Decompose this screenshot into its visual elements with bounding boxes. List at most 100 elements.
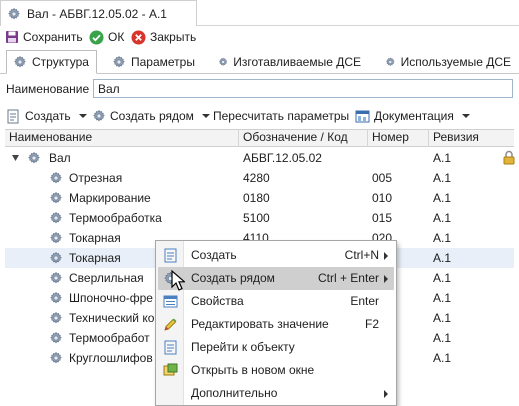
table-row[interactable]: Термообработка 5100 015 А.1 bbox=[5, 208, 514, 228]
cell-name: Токарная bbox=[69, 231, 121, 245]
cell-name: Маркирование bbox=[69, 191, 151, 205]
tab-structure[interactable]: Структура bbox=[6, 50, 97, 74]
table-row[interactable]: Отрезная 4280 005 А.1 bbox=[5, 168, 514, 188]
gear-icon bbox=[49, 231, 63, 245]
cell-number: 015 bbox=[372, 211, 393, 225]
dropdown-caret-icon bbox=[201, 114, 210, 118]
pencil-icon bbox=[164, 318, 177, 331]
table-row[interactable]: Маркирование 0180 010 А.1 bbox=[5, 188, 514, 208]
gear-icon bbox=[7, 7, 21, 21]
menu-item-additional[interactable]: Дополнительно bbox=[158, 382, 394, 405]
gear-icon bbox=[218, 55, 228, 69]
menu-item-label: Открыть в новом окне bbox=[191, 363, 315, 377]
cell-name: Шпоночно-фре bbox=[69, 291, 153, 305]
ok-button[interactable]: ОК bbox=[89, 27, 124, 47]
gear-icon bbox=[49, 291, 63, 305]
save-button[interactable]: Сохранить bbox=[5, 27, 83, 47]
cell-name: Круглошлифов bbox=[69, 351, 153, 365]
gear-icon bbox=[27, 151, 41, 165]
create-doc-icon bbox=[7, 109, 19, 123]
tab-parameters[interactable]: Параметры bbox=[106, 50, 201, 74]
cell-revision: А.1 bbox=[433, 291, 452, 305]
name-label: Наименование bbox=[6, 82, 90, 96]
submenu-arrow-icon bbox=[384, 275, 388, 283]
gear-icon bbox=[49, 271, 63, 285]
gear-icon bbox=[49, 171, 63, 185]
cell-name: Вал bbox=[49, 151, 71, 165]
menu-item-properties[interactable]: Свойства Enter bbox=[158, 290, 394, 313]
name-input[interactable] bbox=[93, 79, 513, 98]
cell-number: 005 bbox=[372, 171, 393, 185]
goto-icon bbox=[164, 340, 177, 355]
create-doc-icon bbox=[164, 248, 177, 263]
cell-code: 0180 bbox=[243, 191, 270, 205]
cell-revision: А.1 bbox=[433, 271, 452, 285]
gear-icon bbox=[49, 191, 63, 205]
save-label: Сохранить bbox=[23, 30, 83, 44]
recalc-label: Пересчитать параметры bbox=[213, 109, 350, 123]
menu-item-create[interactable]: Создать Ctrl+N bbox=[158, 244, 394, 267]
tab-label: Используемые ДСЕ bbox=[400, 55, 511, 69]
tab-label: Структура bbox=[32, 55, 89, 69]
menu-item-label: Создать рядом bbox=[191, 271, 275, 285]
table-row-root[interactable]: Вал АБВГ.12.05.02 А.1 bbox=[5, 148, 515, 168]
dropdown-caret-icon bbox=[461, 114, 470, 118]
document-tab-title: Вал - АБВГ.12.05.02 - А.1 bbox=[27, 6, 167, 21]
tab-label: Изготавливаемые ДСЕ bbox=[233, 55, 361, 69]
ok-label: ОК bbox=[108, 30, 125, 44]
create-label: Создать bbox=[25, 109, 71, 123]
tab-label: Параметры bbox=[131, 55, 195, 69]
create-nearby-label: Создать рядом bbox=[110, 109, 194, 123]
collapse-triangle-icon[interactable] bbox=[12, 155, 19, 161]
cell-revision: А.1 bbox=[433, 331, 452, 345]
tab-manufactured-parts[interactable]: Изготавливаемые ДСЕ bbox=[212, 50, 367, 74]
column-header-name[interactable]: Наименование bbox=[5, 129, 239, 147]
cell-revision: А.1 bbox=[433, 351, 452, 365]
documentation-label: Документация bbox=[374, 109, 454, 123]
documentation-button[interactable]: Документация bbox=[355, 106, 470, 126]
cell-code: 4280 bbox=[243, 171, 270, 185]
cell-revision: А.1 bbox=[433, 171, 452, 185]
lock-icon bbox=[503, 150, 515, 165]
gear-icon bbox=[49, 351, 63, 365]
cell-name: Сверлильная bbox=[69, 271, 144, 285]
menu-item-shortcut: Ctrl+N bbox=[344, 248, 379, 262]
gear-icon bbox=[49, 211, 63, 225]
gear-icon bbox=[112, 55, 126, 69]
context-menu: Создать Ctrl+N Создать рядом Ctrl + Ente… bbox=[155, 240, 397, 406]
menu-item-label: Перейти к объекту bbox=[191, 340, 295, 354]
recalc-parameters-button[interactable]: Пересчитать параметры bbox=[213, 106, 349, 126]
menu-item-open-new-window[interactable]: Открыть в новом окне bbox=[158, 359, 394, 382]
cell-revision: А.1 bbox=[433, 211, 452, 225]
column-header-revision[interactable]: Ревизия bbox=[429, 129, 514, 147]
dropdown-caret-icon bbox=[78, 114, 87, 118]
cell-name: Технический ко bbox=[69, 311, 155, 325]
check-icon bbox=[89, 30, 104, 44]
column-header-number[interactable]: Номер bbox=[368, 129, 429, 147]
create-button[interactable]: Создать bbox=[6, 106, 87, 126]
menu-item-edit-value[interactable]: Редактировать значение F2 bbox=[158, 313, 394, 336]
menu-item-shortcut: F2 bbox=[364, 317, 379, 331]
menu-item-label: Свойства bbox=[191, 294, 244, 308]
menu-item-goto-object[interactable]: Перейти к объекту bbox=[158, 336, 394, 359]
cell-number: 010 bbox=[372, 191, 393, 205]
gear-icon bbox=[49, 331, 63, 345]
cell-revision: А.1 bbox=[433, 151, 452, 165]
menu-item-shortcut: Enter bbox=[350, 294, 379, 308]
close-icon bbox=[131, 30, 146, 44]
create-nearby-button[interactable]: Создать рядом bbox=[92, 106, 210, 126]
column-header-code[interactable]: Обозначение / Код bbox=[239, 129, 368, 147]
submenu-arrow-icon bbox=[384, 252, 388, 260]
close-button[interactable]: Закрыть bbox=[131, 27, 196, 47]
cell-revision: А.1 bbox=[433, 231, 452, 245]
gear-icon bbox=[13, 55, 27, 69]
properties-icon bbox=[163, 295, 178, 308]
gear-icon bbox=[92, 109, 106, 123]
menu-item-create-nearby[interactable]: Создать рядом Ctrl + Enter bbox=[158, 267, 394, 290]
cell-code: 5100 bbox=[243, 211, 270, 225]
submenu-arrow-icon bbox=[384, 390, 388, 398]
tab-used-parts[interactable]: Используемые ДСЕ bbox=[379, 50, 517, 74]
documentation-icon bbox=[355, 110, 370, 122]
document-tab[interactable]: Вал - АБВГ.12.05.02 - А.1 bbox=[0, 0, 197, 26]
menu-item-shortcut: Ctrl + Enter bbox=[317, 271, 379, 285]
